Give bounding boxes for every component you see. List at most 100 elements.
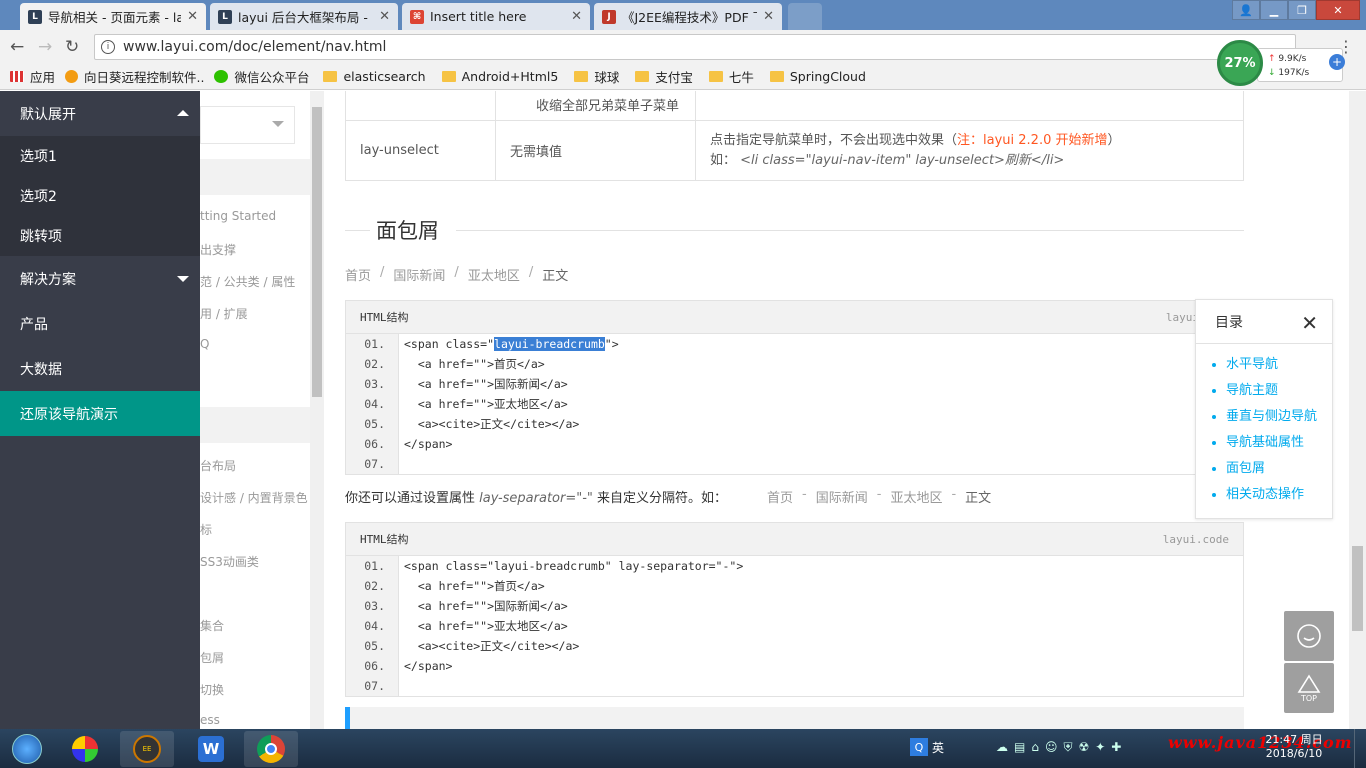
- close-icon[interactable]: ✕: [763, 9, 774, 24]
- toc-list: 水平导航 导航主题 垂直与侧边导航 导航基础属性 面包屑 相关动态操作: [1196, 344, 1332, 508]
- bookmark-apps[interactable]: 应用: [10, 67, 55, 86]
- sidenav-item-restore-demo[interactable]: 还原该导航演示: [0, 391, 200, 436]
- code-header: HTML结构 layui.code: [346, 523, 1243, 556]
- code-body[interactable]: 01. <span class="layui-breadcrumb" lay-se…: [364, 556, 1243, 696]
- scrollbar-thumb[interactable]: [312, 107, 322, 397]
- nav-group-header[interactable]: [200, 159, 310, 195]
- breadcrumb-link[interactable]: 亚太地区: [468, 265, 520, 284]
- version-select[interactable]: [200, 106, 295, 144]
- toc-item[interactable]: 导航主题: [1226, 378, 1332, 404]
- bookmark-alipay[interactable]: 支付宝: [635, 67, 693, 86]
- toc-link[interactable]: 面包屑: [1226, 461, 1265, 476]
- close-icon[interactable]: ✕: [571, 9, 582, 24]
- system-clock[interactable]: 21:47 周日 2018/6/10: [1262, 733, 1326, 761]
- breadcrumb-link[interactable]: 国际新闻: [816, 487, 868, 506]
- doc-nav-link[interactable]: 标: [200, 521, 212, 538]
- left-nav-scrollbar[interactable]: [310, 91, 324, 729]
- doc-nav-link[interactable]: 切换: [200, 681, 224, 698]
- doc-nav-link[interactable]: ess: [200, 713, 220, 727]
- breadcrumb-link[interactable]: 国际新闻: [393, 265, 445, 284]
- user-icon[interactable]: 👤: [1232, 0, 1260, 20]
- download-speed: 197K/s: [1278, 68, 1310, 78]
- toc-item[interactable]: 水平导航: [1226, 352, 1332, 378]
- bookmark-elasticsearch[interactable]: elasticsearch: [323, 69, 426, 84]
- java-ee-ide-icon[interactable]: EE: [120, 731, 174, 767]
- minimize-icon[interactable]: ▁: [1260, 0, 1288, 20]
- toc-link[interactable]: 导航基础属性: [1226, 435, 1304, 450]
- show-desktop-button[interactable]: [1354, 729, 1366, 768]
- doc-nav-link[interactable]: Q: [200, 337, 209, 351]
- address-bar[interactable]: i www.layui.com/doc/element/nav.html: [94, 34, 1296, 60]
- toc-link[interactable]: 导航主题: [1226, 383, 1278, 398]
- close-icon[interactable]: ✕: [1301, 311, 1318, 335]
- doc-nav-link[interactable]: tting Started: [200, 209, 276, 223]
- back-icon[interactable]: ←: [10, 38, 24, 56]
- tab-nav-element[interactable]: L 导航相关 - 页面元素 - la ✕: [20, 3, 206, 30]
- scrollbar-thumb[interactable]: [1352, 546, 1363, 631]
- toc-link[interactable]: 垂直与侧边导航: [1226, 409, 1317, 424]
- bookmark-android-html5[interactable]: Android+Html5: [441, 69, 558, 84]
- toc-item[interactable]: 导航基础属性: [1226, 430, 1332, 456]
- tray-icons[interactable]: ☁▤⌂☺⛨☢✦✚: [996, 740, 1127, 755]
- wps-icon[interactable]: W: [184, 731, 238, 767]
- doc-nav-link[interactable]: 出支撑: [200, 241, 236, 258]
- bookmark-springcloud[interactable]: SpringCloud: [769, 69, 866, 84]
- code-text: <a href="">国际新闻</a>: [404, 377, 568, 391]
- doc-nav-link[interactable]: SS3动画类: [200, 553, 259, 570]
- page-scrollbar[interactable]: [1349, 91, 1366, 729]
- tab-j2ee-pdf[interactable]: J 《J2EE编程技术》PDF 下 ✕: [594, 3, 782, 30]
- back-to-top-button[interactable]: TOP: [1284, 663, 1334, 713]
- toc-link[interactable]: 相关动态操作: [1226, 487, 1304, 502]
- sidenav-item-bigdata[interactable]: 大数据: [0, 346, 200, 391]
- table-cell: 收缩全部兄弟菜单子菜单: [535, 99, 679, 114]
- breadcrumb-link[interactable]: 首页: [767, 487, 793, 506]
- tab-layui-admin[interactable]: L layui 后台大框架布局 - ✕: [210, 3, 398, 30]
- doc-nav-link[interactable]: 设计感 / 内置背景色: [200, 489, 308, 506]
- sidenav-item-solutions[interactable]: 解决方案: [0, 256, 200, 301]
- doc-nav-link[interactable]: 范 / 公共类 / 属性: [200, 273, 295, 290]
- sidenav-item-products[interactable]: 产品: [0, 301, 200, 346]
- app-icon[interactable]: [58, 731, 112, 767]
- sidenav-sub-option1[interactable]: 选项1: [0, 136, 200, 176]
- code-header: HTML结构 layui: [346, 301, 1243, 334]
- bookmark-label: 支付宝: [655, 70, 693, 85]
- sidenav-sub-option2[interactable]: 选项2: [0, 176, 200, 216]
- toc-link[interactable]: 水平导航: [1226, 357, 1278, 372]
- tab-insert-title[interactable]: ⌘ Insert title here ✕: [402, 3, 590, 30]
- chrome-icon[interactable]: [244, 731, 298, 767]
- close-window-icon[interactable]: ✕: [1316, 0, 1360, 20]
- ime-search-icon[interactable]: Q: [910, 738, 928, 756]
- breadcrumb-link[interactable]: 亚太地区: [890, 487, 942, 506]
- toc-item[interactable]: 垂直与侧边导航: [1226, 404, 1332, 430]
- ime-language[interactable]: 英: [932, 739, 944, 756]
- info-icon[interactable]: i: [101, 40, 115, 54]
- windows-start-icon[interactable]: [2, 731, 52, 767]
- network-speed-widget[interactable]: ↑ 9.9K/s ↓ 197K/s 27% +: [1217, 40, 1345, 86]
- nav-group-header[interactable]: [200, 407, 310, 443]
- bookmark-qiniu[interactable]: 七牛: [708, 67, 754, 86]
- plus-icon[interactable]: +: [1329, 54, 1345, 70]
- bookmark-wechat[interactable]: 微信公众平台: [214, 67, 309, 86]
- code-line: 03. <a href="">国际新闻</a>: [364, 374, 1243, 394]
- bookmark-qiuqiu[interactable]: 球球: [574, 67, 619, 86]
- chat-button[interactable]: [1284, 611, 1334, 661]
- breadcrumb-link[interactable]: 首页: [345, 265, 371, 284]
- toc-item[interactable]: 面包屑: [1226, 456, 1332, 482]
- sidenav-sub-jump[interactable]: 跳转项: [0, 216, 200, 256]
- reload-icon[interactable]: ↻: [65, 38, 79, 56]
- doc-nav-link[interactable]: 用 / 扩展: [200, 305, 248, 322]
- toc-item[interactable]: 相关动态操作: [1226, 482, 1332, 508]
- maximize-icon[interactable]: ❐: [1288, 0, 1316, 20]
- bookmark-sunflower[interactable]: 向日葵远程控制软件..: [65, 67, 204, 86]
- close-icon[interactable]: ✕: [379, 9, 390, 24]
- doc-nav-link[interactable]: 包屑: [200, 649, 224, 666]
- sidenav-item-default-expand[interactable]: 默认展开: [0, 91, 200, 136]
- code-body[interactable]: 01. <span class="layui-breadcrumb"> 02. <…: [364, 334, 1243, 474]
- doc-nav-link[interactable]: 集合: [200, 617, 224, 634]
- code-selection: layui-breadcrumb: [494, 337, 605, 351]
- breadcrumb: 首页 / 国际新闻 / 亚太地区 / 正文: [345, 265, 568, 284]
- doc-nav-link[interactable]: 台布局: [200, 457, 236, 474]
- forward-icon[interactable]: →: [38, 38, 52, 56]
- close-icon[interactable]: ✕: [187, 9, 198, 24]
- new-tab-button[interactable]: [788, 3, 822, 30]
